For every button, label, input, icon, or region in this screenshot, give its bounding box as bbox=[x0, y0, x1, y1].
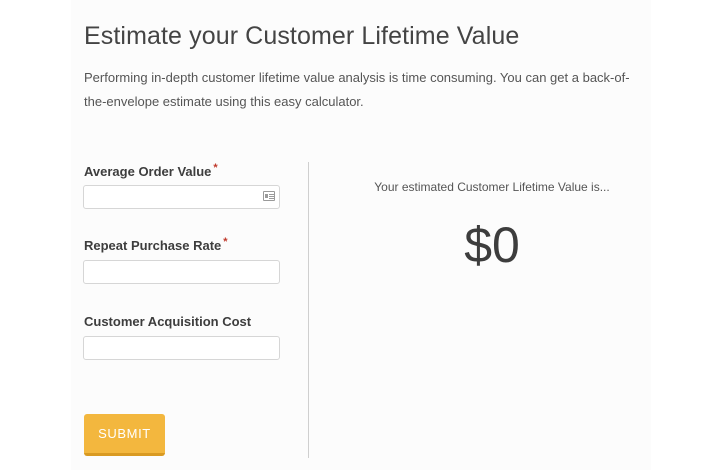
result-label: Your estimated Customer Lifetime Value i… bbox=[374, 180, 610, 194]
average-order-value-input[interactable] bbox=[83, 185, 280, 209]
required-marker: * bbox=[223, 236, 228, 248]
intro-text: Performing in-depth customer lifetime va… bbox=[84, 70, 630, 109]
contact-card-icon[interactable] bbox=[263, 191, 275, 201]
result-value: $0 bbox=[464, 217, 520, 273]
column-divider bbox=[308, 162, 309, 458]
required-marker: * bbox=[213, 162, 218, 174]
average-order-value-label-text: Average Order Value bbox=[84, 164, 212, 179]
page-title: Estimate your Customer Lifetime Value bbox=[84, 22, 520, 50]
customer-acquisition-cost-label-text: Customer Acquisition Cost bbox=[84, 314, 252, 329]
average-order-value-label: Average Order Value * bbox=[84, 162, 218, 179]
repeat-purchase-rate-label: Repeat Purchase Rate * bbox=[84, 236, 228, 253]
customer-acquisition-cost-input[interactable] bbox=[83, 336, 280, 360]
submit-button[interactable]: SUBMIT bbox=[84, 414, 165, 456]
customer-acquisition-cost-label: Customer Acquisition Cost bbox=[84, 314, 251, 329]
repeat-purchase-rate-label-text: Repeat Purchase Rate bbox=[84, 238, 222, 253]
repeat-purchase-rate-input[interactable] bbox=[83, 260, 280, 284]
